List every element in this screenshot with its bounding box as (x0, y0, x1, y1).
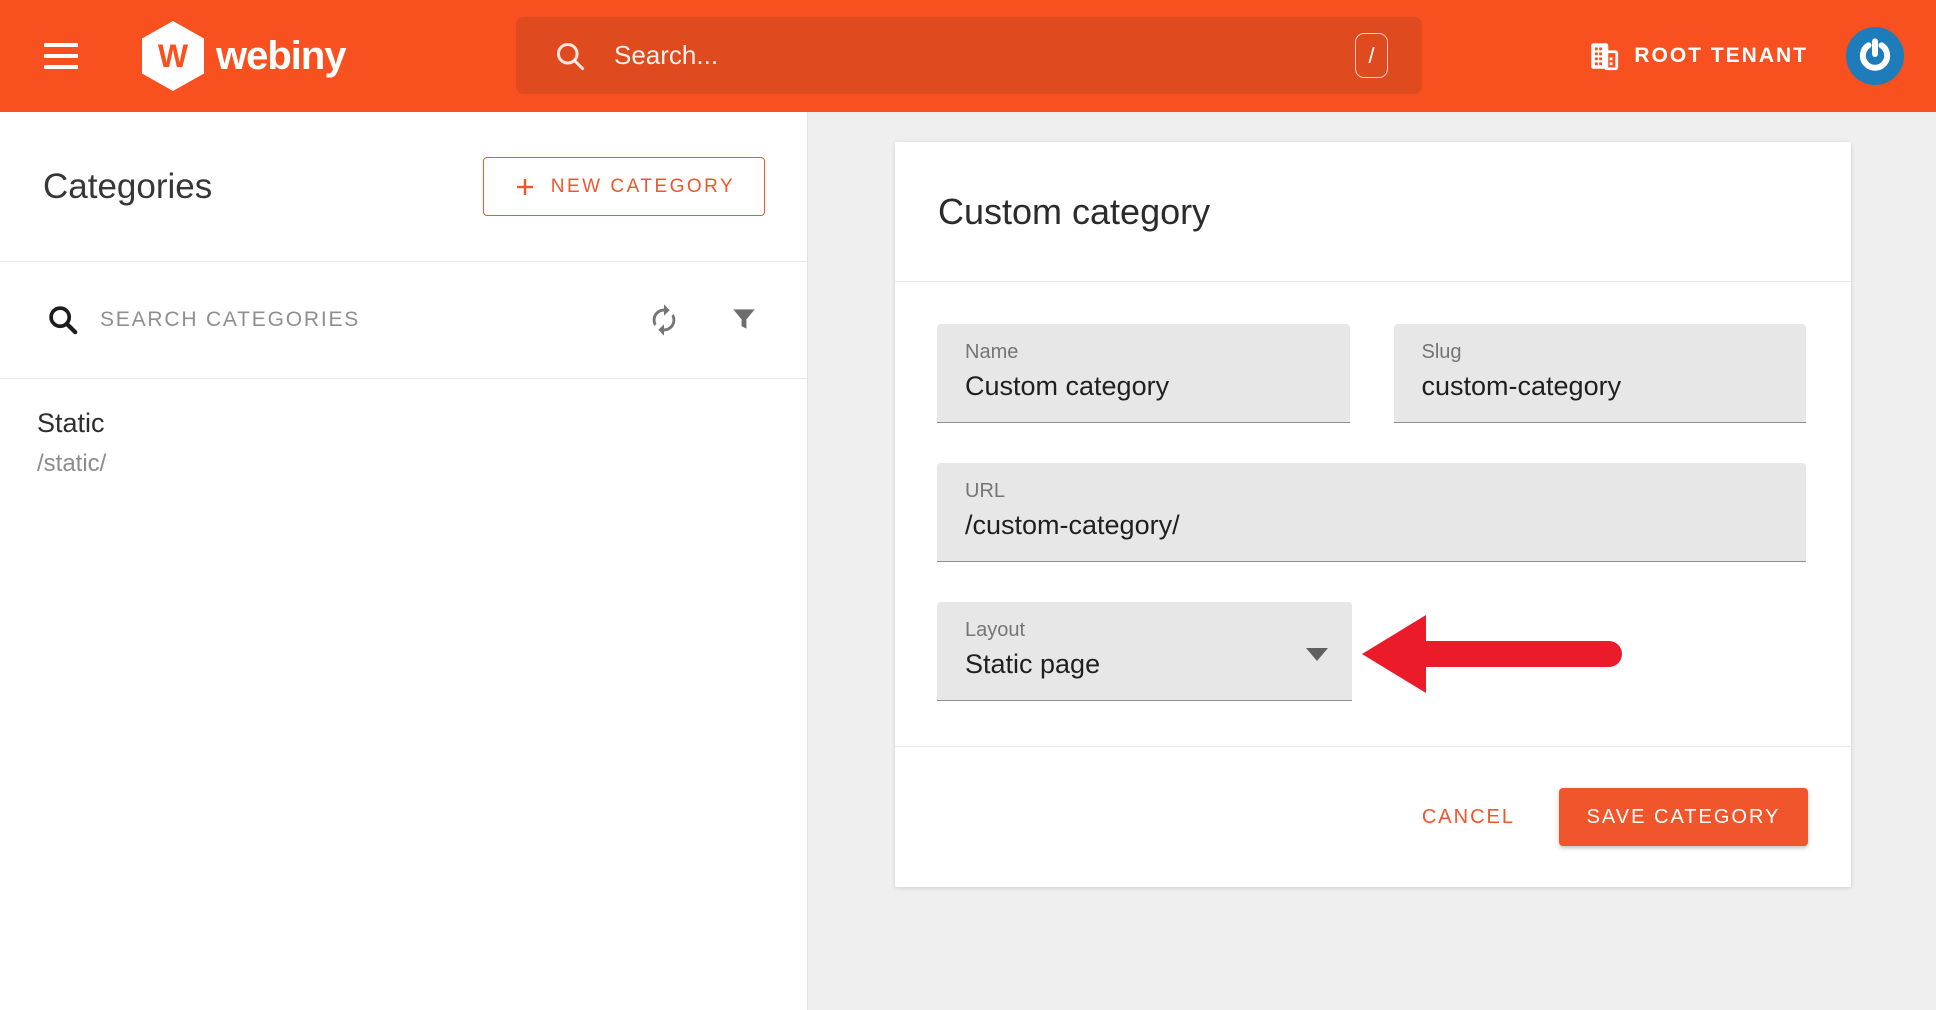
form-header: Custom category (895, 142, 1851, 282)
logo-wordmark: webiny (216, 34, 346, 79)
main-area: Categories NEW CATEGORY (0, 112, 1936, 1010)
form-footer: CANCEL SAVE CATEGORY (895, 746, 1851, 887)
slash-shortcut-key: / (1368, 43, 1374, 69)
page-title: Categories (43, 167, 212, 207)
name-field-label: Name (965, 341, 1350, 364)
list-tools (617, 303, 807, 337)
webiny-logo: W webiny (142, 0, 346, 112)
name-input[interactable] (965, 371, 1319, 402)
new-category-button[interactable]: NEW CATEGORY (483, 157, 765, 216)
slash-shortcut-badge: / (1355, 33, 1388, 78)
header-right-group: ROOT TENANT (1587, 0, 1904, 112)
layout-field-label: Layout (965, 619, 1352, 642)
search-categories-input[interactable] (100, 308, 617, 332)
building-icon (1587, 39, 1621, 73)
slug-field-label: Slug (1422, 341, 1807, 364)
filter-icon[interactable] (728, 304, 760, 336)
layout-selected-value: Static page (965, 649, 1352, 680)
categories-panel: Categories NEW CATEGORY (0, 112, 808, 1010)
url-input[interactable] (965, 510, 1739, 541)
webiny-hexagon-icon: W (142, 21, 204, 91)
category-form-card: Custom category Name Slug URL (895, 142, 1851, 887)
user-avatar[interactable] (1846, 27, 1904, 85)
gravatar-icon (1855, 36, 1895, 76)
list-item[interactable]: Static /static/ (0, 379, 807, 504)
url-field-label: URL (965, 480, 1806, 503)
tenant-selector[interactable]: ROOT TENANT (1587, 39, 1808, 73)
tenant-label: ROOT TENANT (1634, 44, 1808, 68)
logo-letter: W (142, 21, 204, 91)
categories-header-row: Categories NEW CATEGORY (0, 112, 807, 262)
new-category-label: NEW CATEGORY (551, 176, 735, 198)
form-title: Custom category (938, 191, 1210, 233)
content-panel: Custom category Name Slug URL (808, 112, 1936, 1010)
form-body: Name Slug URL Layout (895, 282, 1851, 701)
search-icon (552, 38, 588, 74)
name-field[interactable]: Name (937, 324, 1350, 423)
slug-input[interactable] (1422, 371, 1776, 402)
app-header: W webiny / (0, 0, 1936, 112)
slug-field[interactable]: Slug (1394, 324, 1807, 423)
global-search-bar[interactable]: / (516, 17, 1422, 94)
list-item-name: Static (37, 408, 787, 439)
categories-search-row (0, 262, 807, 379)
cancel-button[interactable]: CANCEL (1408, 796, 1529, 839)
chevron-down-icon (1306, 648, 1328, 661)
refresh-icon[interactable] (647, 303, 681, 337)
menu-icon[interactable] (44, 36, 80, 76)
list-item-url: /static/ (37, 450, 787, 478)
url-field[interactable]: URL (937, 463, 1806, 562)
search-categories-icon (46, 303, 80, 337)
layout-dropdown[interactable]: Layout Static page (937, 602, 1352, 701)
plus-icon (513, 175, 537, 199)
save-category-button[interactable]: SAVE CATEGORY (1559, 788, 1808, 846)
global-search-input[interactable] (614, 40, 1355, 71)
